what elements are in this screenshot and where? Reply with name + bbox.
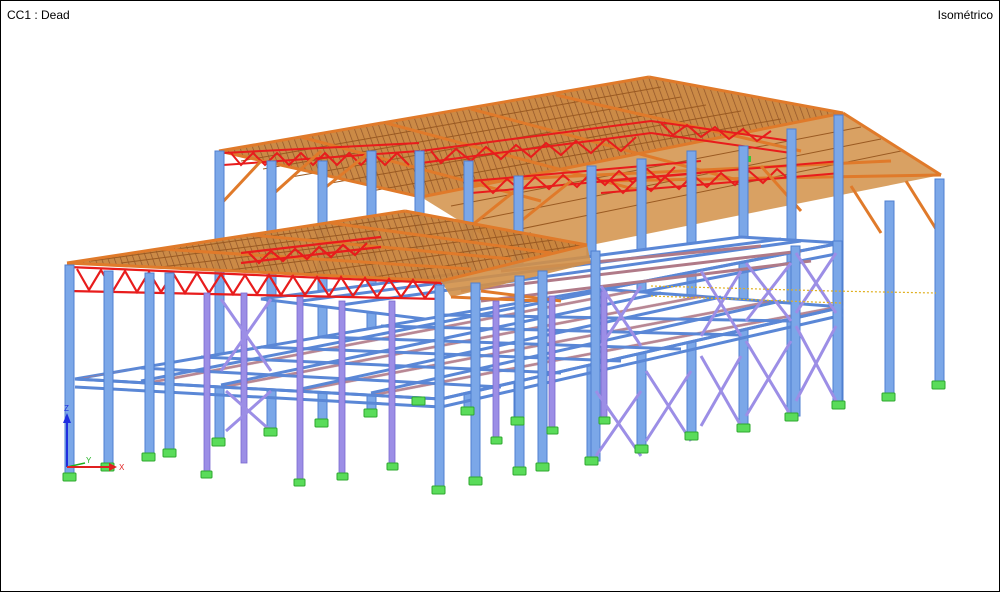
z-axis-label: Z xyxy=(64,404,69,413)
x-axis-label: X xyxy=(119,463,125,472)
model-viewport[interactable]: CC1 : Dead Isométrico Z Y X xyxy=(0,0,1000,592)
supports xyxy=(62,380,946,495)
y-axis-label: Y xyxy=(86,456,92,465)
structure-model-canvas[interactable]: Z Y X xyxy=(1,1,999,591)
